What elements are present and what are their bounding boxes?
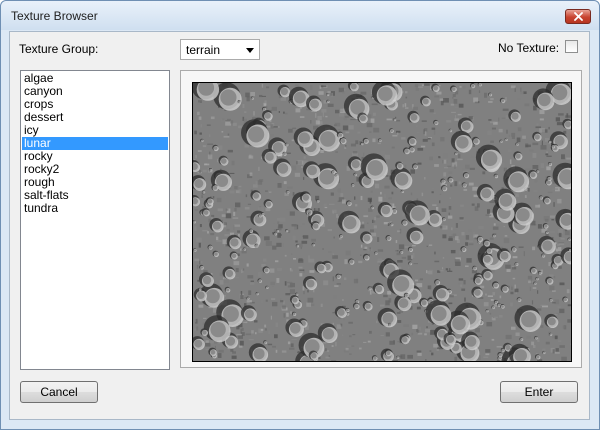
dialog-body: Texture Group: terrain No Texture: algae… <box>9 31 590 420</box>
no-texture-label: No Texture: <box>498 41 560 55</box>
close-button[interactable] <box>565 9 591 24</box>
no-texture-checkbox[interactable] <box>565 40 578 53</box>
window-title: Texture Browser <box>11 9 98 23</box>
texture-list-item[interactable]: tundra <box>22 202 168 215</box>
dropdown-arrow-icon <box>246 48 254 53</box>
texture-preview-image <box>192 82 572 362</box>
enter-button[interactable]: Enter <box>500 381 578 403</box>
close-icon <box>574 12 583 21</box>
texture-list[interactable]: algae canyon crops dessert icy lunar rocky rock… <box>20 70 170 370</box>
texture-list-item[interactable]: dessert <box>22 111 168 124</box>
title-bar[interactable]: Texture Browser <box>1 1 599 30</box>
texture-browser-window: Texture Browser Texture Group: terrain N… <box>0 0 600 430</box>
cancel-button[interactable]: Cancel <box>20 381 98 403</box>
texture-preview-panel <box>180 70 582 368</box>
texture-group-label: Texture Group: <box>19 42 99 56</box>
texture-group-select[interactable]: terrain <box>180 39 260 60</box>
lunar-texture-image <box>193 83 571 361</box>
texture-group-value: terrain <box>186 43 221 57</box>
